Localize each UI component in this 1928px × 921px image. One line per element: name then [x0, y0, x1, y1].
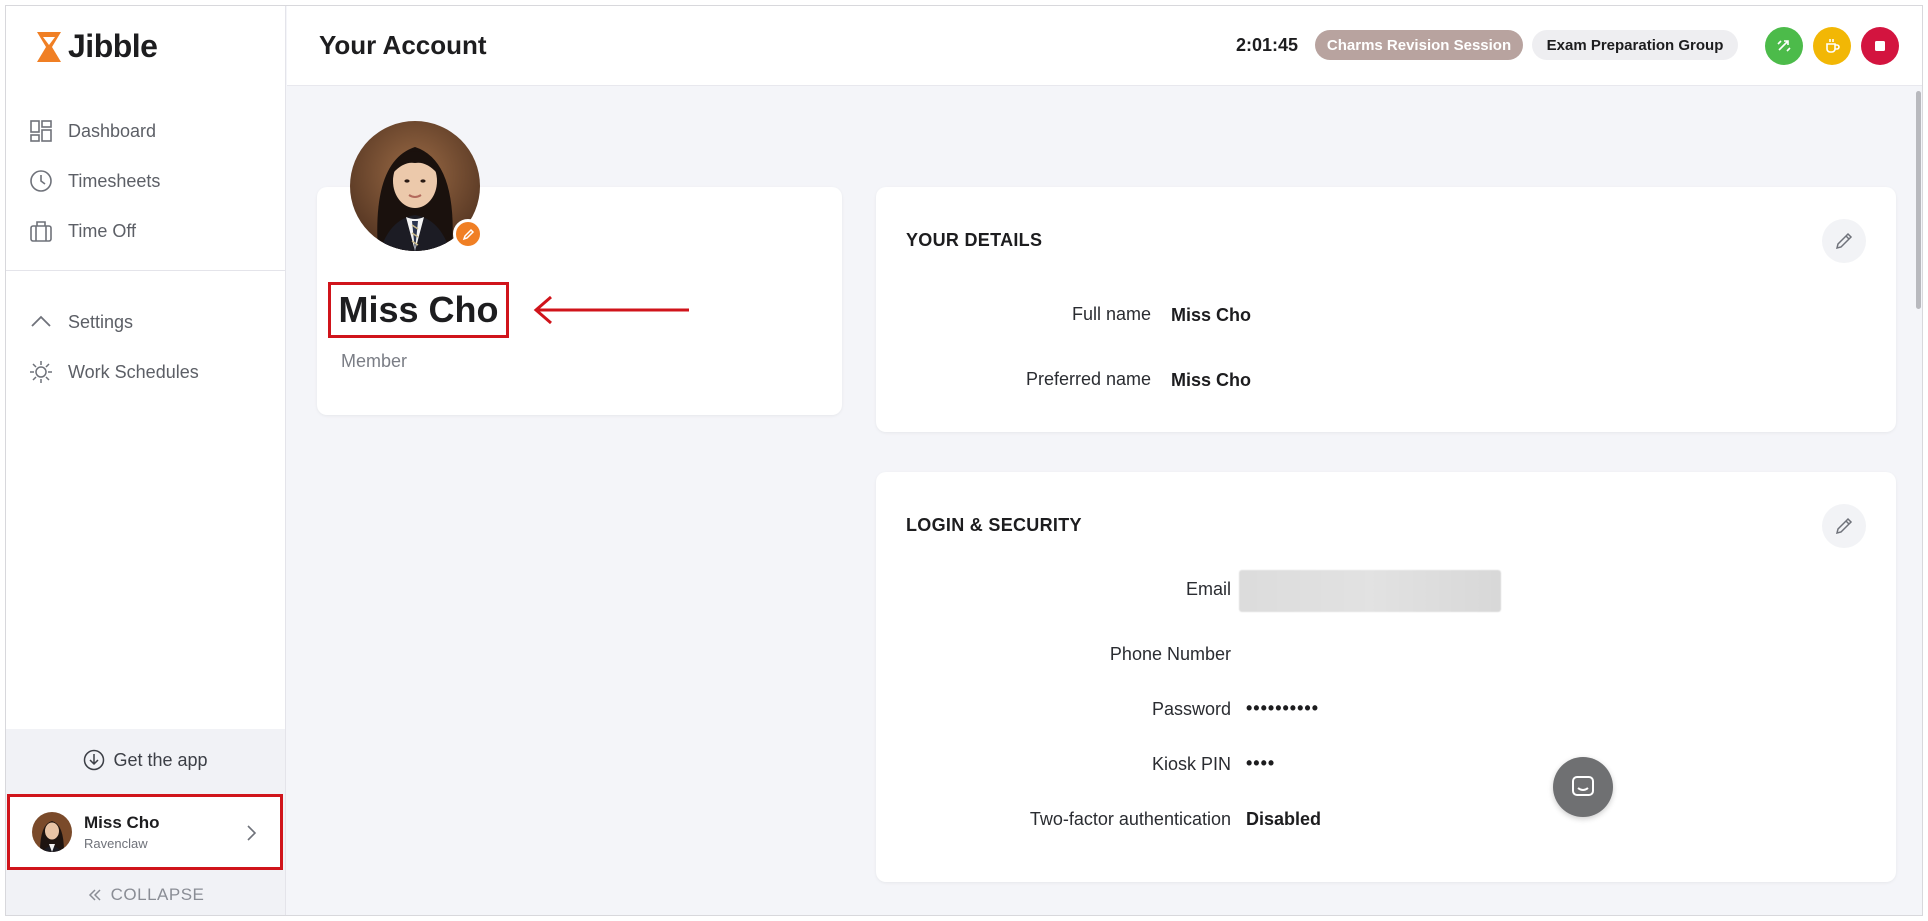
- project-pill[interactable]: Exam Preparation Group: [1532, 30, 1738, 60]
- switch-activity-button[interactable]: [1765, 27, 1803, 65]
- suitcase-icon: [30, 221, 52, 242]
- edit-security-button[interactable]: [1822, 504, 1866, 548]
- preferred-name-value: Miss Cho: [1171, 370, 1252, 390]
- collapse-button[interactable]: COLLAPSE: [6, 885, 285, 905]
- pencil-icon: [1835, 232, 1853, 250]
- primary-nav: Dashboard Timesheets Time Off: [6, 106, 285, 256]
- running-timer: 2:01:45: [1236, 35, 1299, 55]
- kiosk-pin-value: ••••: [1246, 753, 1276, 773]
- two-factor-value: Disabled: [1246, 809, 1322, 829]
- switch-icon: [1777, 40, 1791, 52]
- app-window: Jibble Dashboard Timesheets Time Off Set…: [5, 5, 1923, 916]
- stop-icon: [1875, 41, 1885, 51]
- activity-pill[interactable]: Charms Revision Session: [1315, 30, 1523, 60]
- current-user-card[interactable]: Miss Cho Ravenclaw: [7, 794, 283, 870]
- sidebar-item-label: Timesheets: [68, 170, 161, 191]
- sidebar-item-timesheets[interactable]: Timesheets: [6, 156, 285, 206]
- chevron-up-icon: [31, 315, 51, 327]
- annotation-arrow-icon: [533, 295, 689, 325]
- edit-details-button[interactable]: [1822, 219, 1866, 263]
- profile-role: Member: [341, 351, 408, 371]
- sidebar-divider: [6, 270, 285, 271]
- sidebar-footer: Get the app Miss Cho Ravenclaw COLLAPSE: [6, 729, 285, 915]
- pencil-icon: [462, 228, 474, 240]
- double-chevron-left-icon: [88, 889, 101, 901]
- scrollbar[interactable]: [1916, 91, 1921, 309]
- full-name-value: Miss Cho: [1171, 305, 1252, 325]
- jibble-logo-icon: [37, 31, 61, 62]
- security-card: LOGIN & SECURITY Email Phone Number Pass…: [876, 472, 1896, 882]
- get-app-label: Get the app: [113, 749, 208, 770]
- break-button[interactable]: [1813, 27, 1851, 65]
- sidebar-item-dashboard[interactable]: Dashboard: [6, 106, 285, 156]
- chat-icon: [1572, 776, 1594, 796]
- sidebar-item-label: Dashboard: [68, 120, 157, 141]
- get-app-link[interactable]: Get the app: [6, 749, 285, 771]
- sidebar-item-time-off[interactable]: Time Off: [6, 206, 285, 256]
- page-title: Your Account: [319, 30, 487, 60]
- password-value: ••••••••••: [1246, 698, 1320, 718]
- logo[interactable]: Jibble: [34, 28, 158, 65]
- details-card: YOUR DETAILS Full name Miss Cho Preferre…: [876, 187, 1896, 432]
- dashboard-icon: [30, 120, 52, 142]
- main-content: Miss Cho Member YOUR DETAILS Full name M…: [287, 87, 1922, 915]
- sidebar: Jibble Dashboard Timesheets Time Off Set…: [6, 6, 286, 915]
- phone-label: Phone Number: [1109, 644, 1231, 664]
- security-title: LOGIN & SECURITY: [906, 515, 1082, 535]
- user-text: Miss Cho Ravenclaw: [84, 813, 160, 851]
- sidebar-item-work-schedules[interactable]: Work Schedules: [6, 347, 285, 397]
- gear-sun-icon: [30, 361, 52, 383]
- sidebar-item-label: Time Off: [68, 220, 137, 241]
- two-factor-label: Two-factor authentication: [1029, 809, 1231, 829]
- kiosk-pin-label: Kiosk PIN: [1151, 754, 1231, 774]
- edit-photo-button[interactable]: [453, 219, 483, 249]
- sidebar-item-label: Settings: [68, 311, 134, 332]
- password-label: Password: [1151, 699, 1231, 719]
- avatar: [32, 812, 72, 852]
- profile-name: Miss Cho: [338, 289, 499, 330]
- chat-support-button[interactable]: [1553, 757, 1613, 817]
- sidebar-item-settings[interactable]: Settings: [6, 297, 285, 347]
- user-name: Miss Cho: [84, 813, 160, 832]
- stop-timer-button[interactable]: [1861, 27, 1899, 65]
- user-team: Ravenclaw: [84, 836, 148, 851]
- secondary-nav: Settings Work Schedules: [6, 297, 285, 397]
- profile-name-highlight: Miss Cho: [328, 282, 509, 338]
- download-icon: [84, 749, 105, 771]
- details-title: YOUR DETAILS: [906, 230, 1043, 250]
- coffee-icon: [1826, 39, 1840, 53]
- email-label: Email: [1185, 579, 1231, 599]
- collapse-label: COLLAPSE: [110, 885, 205, 904]
- clock-icon: [30, 170, 52, 192]
- pencil-icon: [1835, 517, 1853, 535]
- preferred-name-label: Preferred name: [1025, 369, 1151, 389]
- email-value-redacted: [1239, 570, 1501, 612]
- user-photo-icon: [32, 812, 72, 852]
- sidebar-item-label: Work Schedules: [68, 361, 199, 382]
- chevron-right-icon: [247, 825, 257, 841]
- logo-text: Jibble: [68, 28, 158, 64]
- top-bar: Your Account 2:01:45 Charms Revision Ses…: [287, 6, 1922, 86]
- full-name-label: Full name: [1071, 304, 1151, 324]
